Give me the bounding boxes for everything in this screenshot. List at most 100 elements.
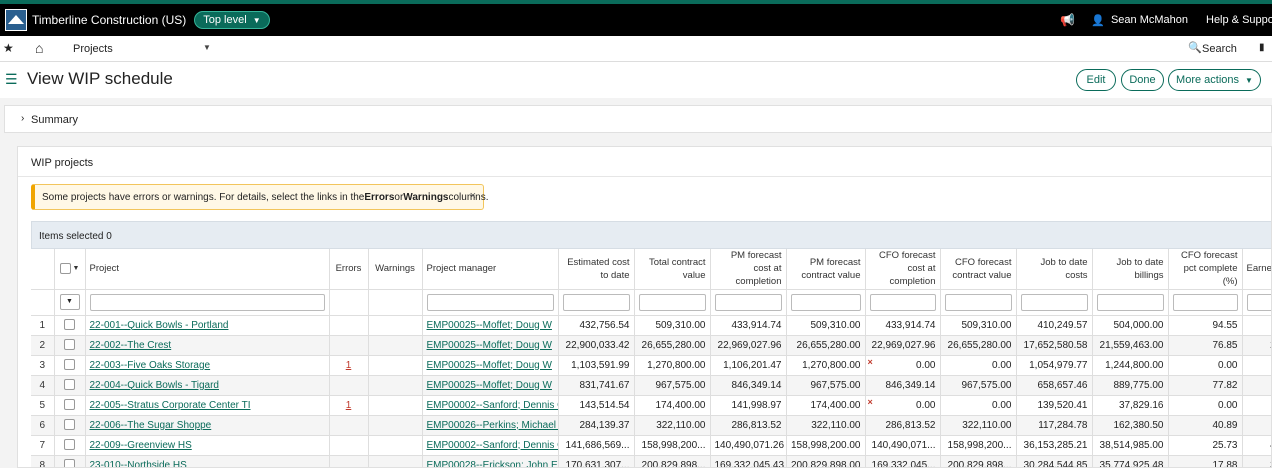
project-link[interactable]: 22-005--Stratus Corporate Center TI — [90, 400, 251, 411]
pm-forecast-cost-cell[interactable]: 433,914.74 — [710, 315, 787, 336]
summary-section[interactable]: › Summary — [4, 105, 1272, 133]
list-icon[interactable]: ☰ — [5, 71, 18, 88]
col-project[interactable]: Project — [85, 249, 330, 290]
search-link[interactable]: Search — [1202, 43, 1237, 55]
pm-forecast-contract-filter-input[interactable] — [790, 293, 861, 311]
project-link[interactable]: 22-001--Quick Bowls - Portland — [90, 320, 229, 331]
project-manager-link[interactable]: EMP00002--Sanford; Dennis G — [427, 400, 558, 411]
job-to-date-costs-filter-input[interactable] — [1020, 293, 1088, 311]
selection-dropdown[interactable]: ▼ — [59, 294, 80, 310]
cfo-pct-complete-cell[interactable]: 76.85 — [1168, 335, 1243, 356]
project-filter-input[interactable] — [89, 293, 325, 311]
bookmark-icon[interactable]: ▮ — [1259, 42, 1265, 53]
project-manager-link[interactable]: EMP00025--Moffet; Doug W — [427, 320, 552, 331]
cfo-pct-complete-cell[interactable]: 17.88 — [1168, 455, 1243, 467]
estimated-cost-filter-input[interactable] — [562, 293, 630, 311]
pm-forecast-contract-cell[interactable]: 1,270,800.00 — [786, 355, 866, 376]
cfo-forecast-cost-cell[interactable]: 433,914.74 — [865, 315, 941, 336]
cfo-pct-complete-cell[interactable]: 0.00 — [1168, 355, 1243, 376]
cfo-forecast-contract-filter-input[interactable] — [944, 293, 1012, 311]
row-checkbox[interactable] — [64, 419, 75, 431]
cfo-forecast-cost-cell[interactable]: 169,332,045... — [865, 455, 941, 467]
col-estimated-cost[interactable]: Estimated cost to date — [558, 249, 635, 290]
cfo-forecast-cost-cell[interactable]: × 0.00 — [865, 355, 941, 376]
pm-forecast-cost-cell[interactable]: 141,998.97 — [710, 395, 787, 416]
cfo-forecast-contract-cell[interactable]: 322,110.00 — [940, 415, 1017, 436]
project-manager-link[interactable]: EMP00026--Perkins; Michael J — [427, 420, 558, 431]
cfo-forecast-contract-cell[interactable]: 26,655,280.00 — [940, 335, 1017, 356]
col-project-manager[interactable]: Project manager — [422, 249, 559, 290]
cfo-forecast-cost-cell[interactable]: 846,349.14 — [865, 375, 941, 396]
cfo-forecast-cost-cell[interactable]: 286,813.52 — [865, 415, 941, 436]
project-manager-link[interactable]: EMP00002--Sanford; Dennis G — [427, 440, 558, 451]
more-actions-button[interactable]: More actions ▼ — [1168, 69, 1261, 91]
row-checkbox[interactable] — [64, 379, 75, 391]
announcements-icon[interactable]: 📢 — [1060, 13, 1075, 27]
cfo-pct-complete-cell[interactable]: 77.82 — [1168, 375, 1243, 396]
pm-forecast-cost-cell[interactable]: 286,813.52 — [710, 415, 787, 436]
total-contract-filter-input[interactable] — [638, 293, 706, 311]
project-manager-link[interactable]: EMP00025--Moffet; Doug W — [427, 360, 552, 371]
entity-level-selector[interactable]: Top level ▼ — [194, 11, 270, 29]
pm-forecast-cost-cell[interactable]: 1,106,201.47 — [710, 355, 787, 376]
home-icon[interactable]: ⌂ — [35, 40, 43, 56]
errors-link[interactable]: 1 — [346, 360, 352, 371]
cfo-forecast-cost-cell[interactable]: 22,969,027.96 — [865, 335, 941, 356]
help-support-link[interactable]: Help & Support — [1206, 14, 1272, 26]
row-checkbox[interactable] — [64, 439, 75, 451]
chevron-down-icon[interactable]: ▼ — [73, 265, 80, 272]
cfo-pct-complete-cell[interactable]: 94.55 — [1168, 315, 1243, 336]
cfo-pct-complete-cell[interactable]: 25.73 — [1168, 435, 1243, 456]
pm-forecast-contract-cell[interactable]: 174,400.00 — [786, 395, 866, 416]
cfo-pct-complete-cell[interactable]: 0.00 — [1168, 395, 1243, 416]
row-checkbox[interactable] — [64, 319, 75, 331]
pm-forecast-cost-cell[interactable]: 22,969,027.96 — [710, 335, 787, 356]
pm-forecast-contract-cell[interactable]: 26,655,280.00 — [786, 335, 866, 356]
project-link[interactable]: 22-009--Greenview HS — [90, 440, 192, 451]
project-manager-link[interactable]: EMP00025--Moffet; Doug W — [427, 380, 552, 391]
select-all-checkbox[interactable] — [59, 263, 71, 275]
job-to-date-billings-filter-input[interactable] — [1096, 293, 1164, 311]
close-icon[interactable]: × — [470, 190, 476, 202]
pm-forecast-cost-cell[interactable]: 169,332,045.43 — [710, 455, 787, 467]
pm-forecast-cost-cell[interactable]: 846,349.14 — [710, 375, 787, 396]
select-all-header[interactable]: ▼ — [54, 249, 86, 290]
col-total-contract[interactable]: Total contract value — [634, 249, 711, 290]
cfo-forecast-cost-filter-input[interactable] — [869, 293, 936, 311]
project-link[interactable]: 22-002--The Crest — [90, 340, 172, 351]
done-button[interactable]: Done — [1121, 69, 1164, 91]
cfo-forecast-contract-cell[interactable]: 0.00 — [940, 395, 1017, 416]
cfo-pct-complete-filter-input[interactable] — [1172, 293, 1238, 311]
cfo-pct-complete-cell[interactable]: 40.89 — [1168, 415, 1243, 436]
col-warnings[interactable]: Warnings — [368, 249, 423, 290]
cfo-forecast-contract-cell[interactable]: 967,575.00 — [940, 375, 1017, 396]
user-menu[interactable]: Sean McMahon — [1111, 14, 1188, 26]
col-pm-forecast-cost[interactable]: PM forecast cost at completion — [710, 249, 787, 290]
col-earned[interactable]: Earned — [1242, 249, 1271, 290]
pm-forecast-contract-cell[interactable]: 200,829,898.00 — [786, 455, 866, 467]
col-cfo-forecast-contract[interactable]: CFO forecast contract value — [940, 249, 1017, 290]
col-errors[interactable]: Errors — [329, 249, 369, 290]
project-manager-link[interactable]: EMP00025--Moffet; Doug W — [427, 340, 552, 351]
row-checkbox[interactable] — [64, 359, 75, 371]
row-checkbox[interactable] — [64, 459, 75, 467]
favorites-star-icon[interactable]: ★ — [3, 41, 14, 55]
col-cfo-pct-complete[interactable]: CFO forecast pct complete (%) — [1168, 249, 1243, 290]
cfo-forecast-contract-cell[interactable]: 158,998,200... — [940, 435, 1017, 456]
pm-forecast-contract-cell[interactable]: 322,110.00 — [786, 415, 866, 436]
project-link[interactable]: 22-003--Five Oaks Storage — [90, 360, 211, 371]
errors-link[interactable]: 1 — [346, 400, 352, 411]
cfo-forecast-cost-cell[interactable]: 140,490,071... — [865, 435, 941, 456]
edit-button[interactable]: Edit — [1076, 69, 1116, 91]
pm-forecast-cost-filter-input[interactable] — [714, 293, 782, 311]
cfo-forecast-contract-cell[interactable]: 509,310.00 — [940, 315, 1017, 336]
col-pm-forecast-contract[interactable]: PM forecast contract value — [786, 249, 866, 290]
pm-forecast-contract-cell[interactable]: 509,310.00 — [786, 315, 866, 336]
row-checkbox[interactable] — [64, 399, 75, 411]
search-icon[interactable]: 🔍 — [1188, 41, 1202, 54]
col-cfo-forecast-cost[interactable]: CFO forecast cost at completion — [865, 249, 941, 290]
row-checkbox[interactable] — [64, 339, 75, 351]
pm-forecast-contract-cell[interactable]: 158,998,200.00 — [786, 435, 866, 456]
cfo-forecast-contract-cell[interactable]: 0.00 — [940, 355, 1017, 376]
cfo-forecast-cost-cell[interactable]: × 0.00 — [865, 395, 941, 416]
